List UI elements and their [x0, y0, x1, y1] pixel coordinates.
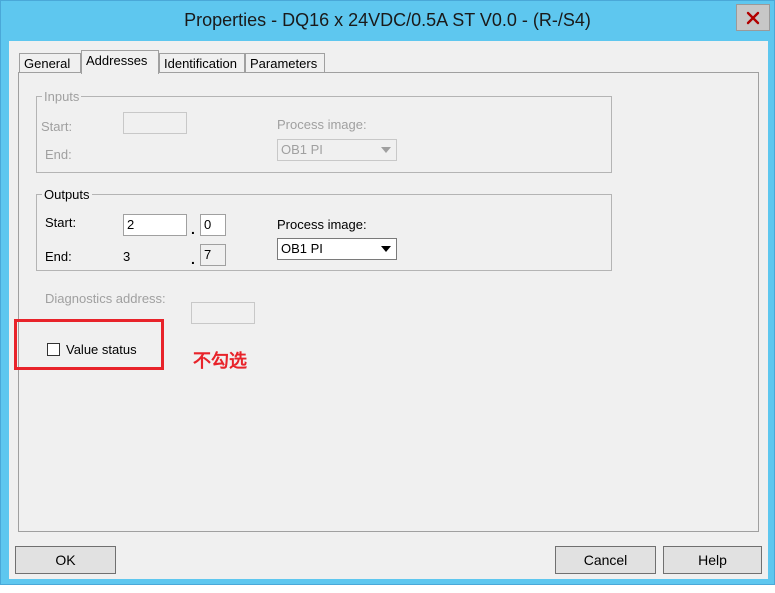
outputs-end-bit-field: 7 — [200, 244, 226, 266]
annotation-highlight-box — [14, 319, 164, 370]
inputs-start-label: Start: — [41, 119, 73, 134]
tab-parameters[interactable]: Parameters — [245, 53, 325, 73]
chevron-down-icon — [377, 240, 395, 258]
tab-identification[interactable]: Identification — [159, 53, 245, 73]
outputs-process-image-label: Process image: — [277, 217, 367, 232]
help-button[interactable]: Help — [663, 546, 762, 574]
annotation-text: 不勾选 — [193, 351, 247, 372]
inputs-process-image-select[interactable]: OB1 PI — [277, 139, 397, 161]
diagnostics-address-field[interactable] — [191, 302, 255, 324]
cancel-button[interactable]: Cancel — [555, 546, 656, 574]
outputs-start-byte-field[interactable]: 2 — [123, 214, 187, 236]
outputs-process-image-value: OB1 PI — [281, 241, 323, 256]
ok-button[interactable]: OK — [15, 546, 116, 574]
inputs-end-label: End: — [45, 147, 72, 162]
outputs-legend: Outputs — [44, 187, 90, 202]
inputs-process-image-label: Process image: — [277, 117, 367, 132]
outputs-start-label: Start: — [45, 215, 77, 230]
outputs-start-separator: . — [191, 221, 195, 237]
outputs-end-separator: . — [191, 251, 195, 267]
diagnostics-address-label: Diagnostics address: — [45, 291, 166, 306]
close-button[interactable] — [736, 4, 770, 31]
outputs-process-image-select[interactable]: OB1 PI — [277, 238, 397, 260]
chevron-down-icon — [377, 141, 395, 159]
title-bar[interactable]: Properties - DQ16 x 24VDC/0.5A ST V0.0 -… — [1, 1, 774, 41]
tab-addresses[interactable]: Addresses — [81, 50, 159, 74]
properties-window: Properties - DQ16 x 24VDC/0.5A ST V0.0 -… — [0, 0, 775, 585]
inputs-process-image-value: OB1 PI — [281, 142, 323, 157]
inputs-legend: Inputs — [44, 89, 80, 104]
outputs-start-bit-field[interactable]: 0 — [200, 214, 226, 236]
close-icon — [746, 11, 760, 24]
outputs-end-byte: 3 — [123, 249, 131, 264]
dialog-client-area: General Addresses Identification Paramet… — [9, 41, 768, 579]
addresses-panel: Inputs Start: End: Process image: OB1 PI… — [18, 72, 759, 532]
window-title: Properties - DQ16 x 24VDC/0.5A ST V0.0 -… — [184, 10, 591, 30]
tab-general[interactable]: General — [19, 53, 81, 73]
outputs-end-label: End: — [45, 249, 72, 264]
inputs-start-field[interactable] — [123, 112, 187, 134]
